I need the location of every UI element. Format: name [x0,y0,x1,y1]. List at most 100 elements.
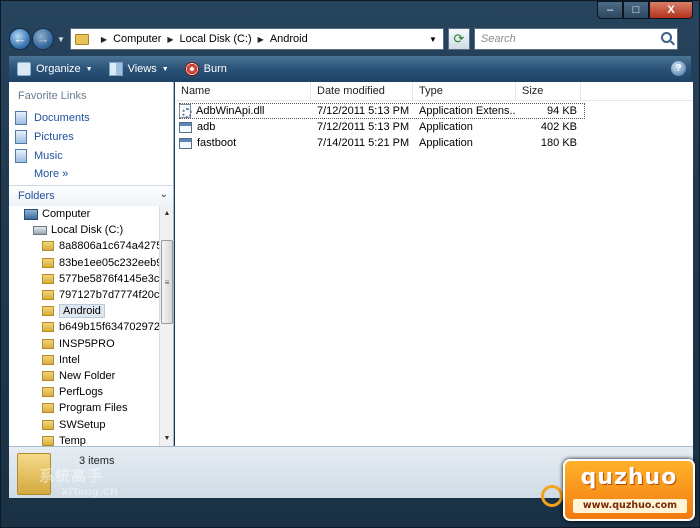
favorite-link-music[interactable]: Music [9,146,173,165]
file-name-cell: fastboot [175,137,311,149]
column-header-type[interactable]: Type [413,82,516,101]
disk-icon [33,225,47,235]
file-type: Application [419,137,473,149]
column-header-size[interactable]: Size [516,82,581,101]
folder-tree-scrollbar[interactable]: ▲ ≡ ▼ [159,206,173,446]
views-icon [108,62,123,76]
organize-icon [17,62,31,76]
folder-tree-item[interactable]: Computer [9,206,159,222]
file-row[interactable]: adb 7/12/2011 5:13 PM Application 402 KB [175,119,693,135]
watermark-text: 系统高手 [39,468,104,485]
file-size: 180 KB [540,137,577,149]
folder-icon [42,241,54,252]
minimize-button[interactable]: – [597,1,623,19]
breadcrumb-separator-icon[interactable]: ▶ [101,35,107,44]
more-favorites-link[interactable]: More » [9,165,173,183]
folder-tree-item[interactable]: Local Disk (C:) [9,222,159,238]
refresh-button[interactable]: ⟳ [447,28,470,50]
maximize-button[interactable]: □ [623,1,649,19]
folder-tree-label: 8a8806a1c674a4275cc [59,240,159,253]
pictures-icon [15,129,27,144]
file-name-cell: adb [175,121,311,133]
column-header-date-modified[interactable]: Date modified [311,82,413,101]
favorite-link-pictures[interactable]: Pictures [9,127,173,146]
folder-tree-item[interactable]: Program Files [9,400,159,416]
close-button[interactable]: X [649,1,693,19]
folder-tree-item[interactable]: New Folder [9,368,159,384]
file-row[interactable]: fastboot 7/14/2011 5:21 PM Application 180 … [175,135,693,151]
breadcrumb-local-disk[interactable]: Local Disk (C:) [180,33,252,45]
folder-tree-label: Local Disk (C:) [51,224,124,237]
burn-label: Burn [203,63,227,75]
favorite-link-label: Pictures [34,130,74,143]
file-rows: AdbWinApi.dll 7/12/2011 5:13 PM Applicatio… [175,101,693,151]
navigation-pane: Favorite Links Documents Pictures Music … [9,82,174,446]
back-button[interactable]: ← [9,28,31,50]
watermark-badge: quzhuo www.quzhuo.com [563,459,695,521]
folder-icon [42,354,54,365]
folder-tree-label: Program Files [59,402,128,415]
folder-tree-item[interactable]: Temp [9,433,159,446]
more-label: More [34,168,60,180]
help-button[interactable]: ? [671,61,686,76]
folder-tree-item[interactable]: SWSetup [9,416,159,432]
folders-label: Folders [18,190,55,202]
folder-tree-item[interactable]: 797127b7d7774f20cb6 [9,287,159,303]
breadcrumb-computer[interactable]: Computer [113,33,161,45]
address-dropdown-icon[interactable]: ▼ [429,35,437,44]
favorite-link-documents[interactable]: Documents [9,108,173,127]
folder-tree-item[interactable]: Intel [9,352,159,368]
double-chevron-right-icon: » [62,168,69,180]
views-label: Views [127,63,157,75]
folder-tree-item[interactable]: 8a8806a1c674a4275cc [9,238,159,254]
chevron-down-icon[interactable]: ⌄ [160,189,168,200]
folder-tree-item[interactable]: 83be1ee05c232eeb9c0 [9,255,159,271]
folders-header[interactable]: Folders ⌄ [9,185,173,206]
address-row: ← → ▼ ▶ Computer ▶ Local Disk (C:) ▶ And… [9,25,691,53]
folder-tree-item[interactable]: PerfLogs [9,384,159,400]
file-date-modified: 7/12/2011 5:13 PM [317,121,410,133]
scroll-up-arrow-icon[interactable]: ▲ [160,206,173,221]
breadcrumb-android[interactable]: Android [270,33,308,45]
file-name-cell: AdbWinApi.dll [179,104,311,118]
search-placeholder: Search [480,33,516,45]
sun-logo-icon [541,485,563,507]
file-type: Application Extens... [419,105,516,117]
address-bar[interactable]: ▶ Computer ▶ Local Disk (C:) ▶ Android ▼ [69,28,444,50]
folder-tree-label: Android [59,304,105,319]
folder-tree-item[interactable]: INSP5PRO [9,336,159,352]
file-date-modified: 7/12/2011 5:13 PM [317,105,410,117]
chevron-down-icon: ▼ [85,65,93,73]
watermark-subtext: XiTong.CN [61,487,119,498]
folder-tree-item[interactable]: 577be5876f4145e3c98 [9,271,159,287]
folder-tree-item[interactable]: b649b15f63470297254 [9,319,159,335]
column-headers: Name Date modified Type Size [175,82,693,101]
file-row[interactable]: AdbWinApi.dll 7/12/2011 5:13 PM Applicatio… [179,103,585,119]
favorite-links-header: Favorite Links [18,90,87,102]
breadcrumb-separator-icon[interactable]: ▶ [258,35,264,44]
scroll-down-arrow-icon[interactable]: ▼ [160,431,173,446]
search-input[interactable]: Search [473,28,678,50]
burn-disc-icon [184,62,199,76]
exe-icon [179,137,192,149]
search-icon[interactable] [660,32,672,43]
burn-button[interactable]: Burn [177,56,235,82]
views-button[interactable]: Views ▼ [101,56,177,82]
file-date-modified: 7/14/2011 5:21 PM [317,137,410,149]
folder-tree-item[interactable]: Android [9,303,159,319]
recent-pages-dropdown-icon[interactable]: ▼ [57,35,65,44]
forward-button[interactable]: → [32,28,54,50]
scrollbar-thumb[interactable]: ≡ [161,240,173,324]
folder-icon [42,273,54,284]
column-header-name[interactable]: Name [175,82,311,101]
organize-button[interactable]: Organize ▼ [9,56,101,82]
exe-icon [179,121,192,133]
breadcrumb-separator-icon[interactable]: ▶ [167,35,173,44]
chevron-down-icon: ▼ [161,65,169,73]
dll-icon [179,104,192,118]
badge-title: quzhuo [580,465,678,490]
favorite-link-label: Documents [34,111,90,124]
folder-tree-label: b649b15f63470297254 [59,321,159,334]
file-list-pane: Name Date modified Type Size AdbWinApi.d… [175,82,693,446]
explorer-window: – □ X ← → ▼ ▶ Computer ▶ Local Disk (C:)… [0,0,700,528]
